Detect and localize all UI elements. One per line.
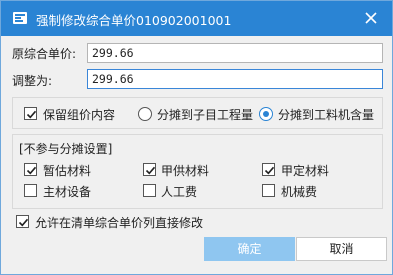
close-icon[interactable] <box>359 7 383 29</box>
allow-direct-edit-checkbox[interactable] <box>16 215 29 228</box>
keep-composition-label: 保留组价内容 <box>43 108 116 122</box>
main-material-label: 主材设备 <box>43 185 92 199</box>
owner-specified-material-checkbox[interactable] <box>262 163 275 176</box>
ok-button[interactable]: 确定 <box>204 237 295 261</box>
owner-specified-material-label: 甲定材料 <box>281 164 330 178</box>
allow-direct-edit-label: 允许在清单综合单价列直接修改 <box>35 216 204 230</box>
radio-selected-dot <box>263 111 269 117</box>
labor-cost-checkbox[interactable] <box>143 184 156 197</box>
dialog-window: 强制修改综合单价010902001001 原综合单价: 299.66 调整为: … <box>0 0 393 275</box>
original-price-label: 原综合单价: <box>12 47 77 61</box>
adjust-to-field[interactable]: 299.66 <box>87 69 383 89</box>
spread-machine-radio[interactable] <box>259 107 273 121</box>
adjust-to-label: 调整为: <box>12 74 53 88</box>
spread-options-group: 保留组价内容 分摊到子目工程量 分摊到工料机含量 <box>12 97 383 129</box>
window-title: 强制修改综合单价010902001001 <box>36 13 232 28</box>
spread-sub-items-radio[interactable] <box>138 107 152 121</box>
main-material-checkbox[interactable] <box>24 184 37 197</box>
owner-supplied-material-checkbox[interactable] <box>143 163 156 176</box>
labor-cost-label: 人工费 <box>161 185 198 199</box>
spread-sub-items-label: 分摊到子目工程量 <box>157 108 254 122</box>
machinery-cost-checkbox[interactable] <box>262 184 275 197</box>
exclude-settings-group: [不参与分摊设置] 暂估材料 甲供材料 甲定材料 主材设备 人工费 机械费 <box>12 134 383 209</box>
machinery-cost-label: 机械费 <box>281 185 318 199</box>
exclude-group-title: [不参与分摊设置] <box>19 142 113 156</box>
spread-machine-label: 分摊到工料机含量 <box>278 108 375 122</box>
estimated-material-label: 暂估材料 <box>43 164 92 178</box>
app-icon <box>12 10 28 26</box>
cancel-button[interactable]: 取消 <box>296 237 387 261</box>
keep-composition-checkbox[interactable] <box>24 107 37 120</box>
estimated-material-checkbox[interactable] <box>24 163 37 176</box>
owner-supplied-material-label: 甲供材料 <box>161 164 210 178</box>
original-price-field[interactable]: 299.66 <box>87 43 383 63</box>
title-bar[interactable]: 强制修改综合单价010902001001 <box>1 1 392 36</box>
